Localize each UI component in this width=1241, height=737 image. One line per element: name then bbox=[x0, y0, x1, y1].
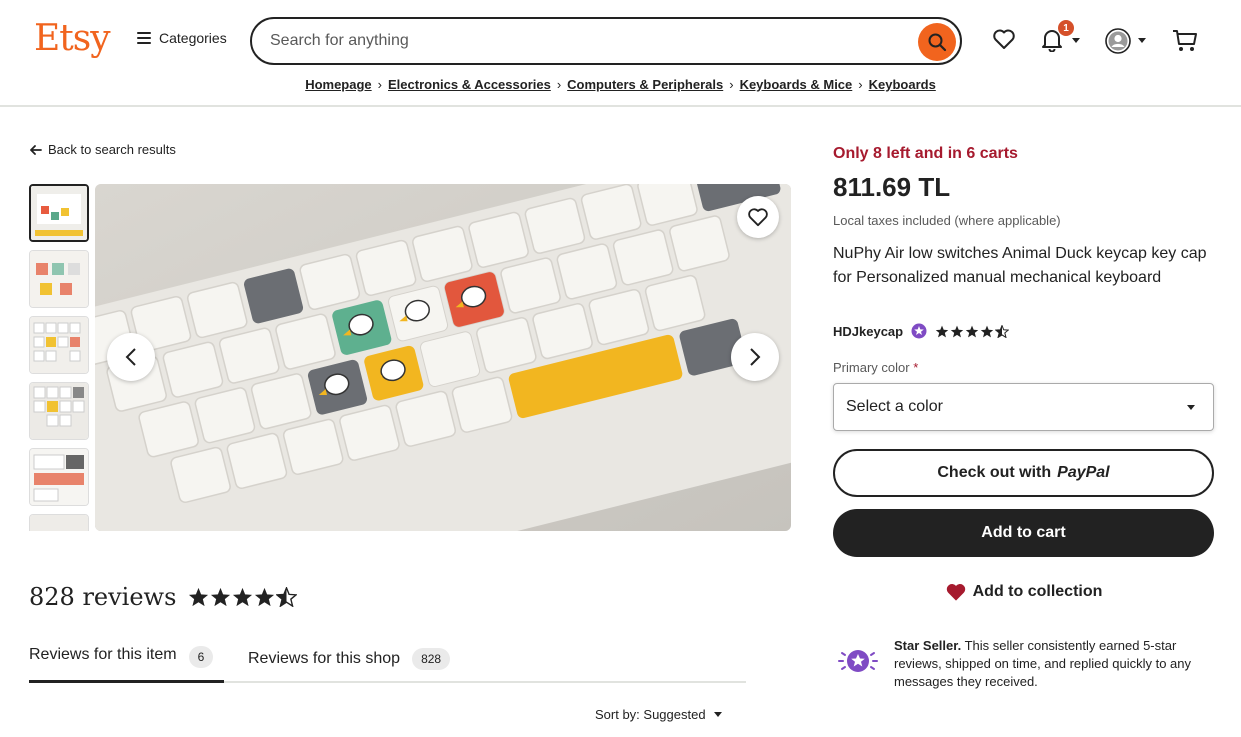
star-icon bbox=[189, 587, 209, 607]
thumbnail-strip bbox=[29, 184, 89, 531]
tab-reviews-shop[interactable]: Reviews for this shop 828 bbox=[248, 640, 451, 671]
chevron-right-icon bbox=[750, 348, 761, 366]
tab-reviews-item[interactable]: Reviews for this item 6 bbox=[29, 640, 224, 683]
sort-dropdown[interactable]: Sort by: Suggested bbox=[595, 707, 722, 722]
notification-badge: 1 bbox=[1058, 20, 1074, 36]
search-input[interactable] bbox=[270, 30, 910, 52]
chevron-right-icon: › bbox=[556, 77, 562, 92]
reviews-count: 828 reviews bbox=[29, 583, 177, 611]
thumbnail-image[interactable] bbox=[29, 316, 89, 374]
back-to-search-link[interactable]: Back to search results bbox=[30, 142, 176, 157]
chevron-down-icon bbox=[713, 712, 722, 717]
site-header: Etsy Categories 1 Homepage › bbox=[0, 0, 1241, 107]
half-star-icon bbox=[995, 324, 1010, 338]
half-star-icon bbox=[276, 587, 298, 607]
product-price: 811.69 TL bbox=[833, 172, 951, 202]
thumbnail-image[interactable] bbox=[29, 514, 89, 531]
tab-count: 828 bbox=[412, 647, 451, 670]
tax-note: Local taxes included (where applicable) bbox=[833, 213, 1061, 228]
star-seller-description: Star Seller. This seller consistently ea… bbox=[894, 637, 1214, 691]
breadcrumb-link[interactable]: Electronics & Accessories bbox=[388, 77, 551, 92]
chevron-down-icon[interactable] bbox=[1072, 38, 1080, 43]
chevron-down-icon bbox=[1187, 405, 1195, 410]
tab-label: Reviews for this item bbox=[29, 646, 177, 663]
categories-label: Categories bbox=[159, 30, 227, 46]
star-icon bbox=[980, 325, 994, 337]
color-select[interactable]: Select a color bbox=[833, 383, 1214, 431]
star-seller-icon bbox=[838, 650, 878, 672]
shop-rating-stars bbox=[935, 324, 1010, 338]
thumbnail-image[interactable] bbox=[29, 184, 89, 242]
chevron-left-icon bbox=[125, 348, 136, 366]
shop-info: HDJkeycap bbox=[833, 323, 1010, 339]
breadcrumb-link[interactable]: Computers & Peripherals bbox=[567, 77, 723, 92]
chevron-down-icon[interactable] bbox=[1138, 38, 1146, 43]
cart-icon[interactable] bbox=[1172, 29, 1198, 53]
back-link-label: Back to search results bbox=[48, 142, 176, 157]
color-label-text: Primary color bbox=[833, 360, 910, 375]
color-select-value: Select a color bbox=[846, 398, 943, 415]
product-image[interactable] bbox=[95, 184, 791, 531]
favorite-button[interactable] bbox=[737, 196, 779, 238]
chevron-right-icon: › bbox=[858, 77, 863, 92]
review-stars bbox=[188, 587, 298, 607]
reviews-heading: 828 reviews bbox=[29, 583, 298, 611]
star-icon bbox=[255, 587, 275, 607]
star-icon bbox=[965, 325, 979, 337]
star-seller-info: Star Seller. This seller consistently ea… bbox=[836, 637, 1216, 691]
star-seller-badge-icon bbox=[911, 323, 927, 339]
tab-count: 6 bbox=[188, 646, 214, 668]
thumbnail-image[interactable] bbox=[29, 448, 89, 506]
sort-label: Sort by: Suggested bbox=[595, 707, 706, 722]
add-to-collection-button[interactable]: Add to collection bbox=[833, 582, 1214, 602]
chevron-right-icon: › bbox=[377, 77, 382, 92]
heart-icon bbox=[946, 584, 965, 601]
breadcrumb-link[interactable]: Homepage bbox=[305, 77, 371, 92]
categories-button[interactable]: Categories bbox=[137, 30, 227, 46]
breadcrumb-link[interactable]: Keyboards & Mice bbox=[740, 77, 853, 92]
next-image-button[interactable] bbox=[731, 333, 779, 381]
shop-name-link[interactable]: HDJkeycap bbox=[833, 324, 903, 339]
favorites-icon[interactable] bbox=[992, 28, 1016, 50]
etsy-logo[interactable]: Etsy bbox=[34, 18, 111, 59]
review-tabs: Reviews for this item 6 Reviews for this… bbox=[29, 640, 746, 683]
search-bar bbox=[250, 17, 962, 65]
paypal-checkout-button[interactable]: Check out with PayPal bbox=[833, 449, 1214, 497]
arrow-left-icon bbox=[30, 144, 42, 155]
star-icon bbox=[233, 587, 253, 607]
search-icon bbox=[928, 33, 947, 52]
thumbnail-image[interactable] bbox=[29, 250, 89, 308]
menu-icon bbox=[137, 32, 151, 44]
add-to-cart-button[interactable]: Add to cart bbox=[833, 509, 1214, 557]
breadcrumb: Homepage › Electronics & Accessories › C… bbox=[0, 77, 1241, 92]
search-button[interactable] bbox=[918, 23, 956, 61]
thumbnail-image[interactable] bbox=[29, 382, 89, 440]
add-to-collection-label: Add to collection bbox=[972, 583, 1103, 600]
star-icon bbox=[950, 325, 964, 337]
primary-color-label: Primary color * bbox=[833, 360, 918, 375]
heart-icon bbox=[748, 208, 768, 227]
star-seller-title: Star Seller. bbox=[894, 638, 962, 653]
product-title: NuPhy Air low switches Animal Duck keyca… bbox=[833, 245, 1207, 286]
star-icon bbox=[211, 587, 231, 607]
avatar-icon[interactable] bbox=[1105, 28, 1131, 54]
chevron-right-icon: › bbox=[729, 77, 734, 92]
stock-notice: Only 8 left and in 6 carts bbox=[833, 145, 1018, 162]
required-marker: * bbox=[913, 360, 919, 375]
paypal-logo: PayPal bbox=[1057, 464, 1110, 481]
breadcrumb-link[interactable]: Keyboards bbox=[869, 77, 936, 92]
previous-image-button[interactable] bbox=[107, 333, 155, 381]
paypal-prefix: Check out with bbox=[937, 464, 1052, 481]
tab-label: Reviews for this shop bbox=[248, 649, 401, 667]
star-icon bbox=[935, 325, 949, 337]
